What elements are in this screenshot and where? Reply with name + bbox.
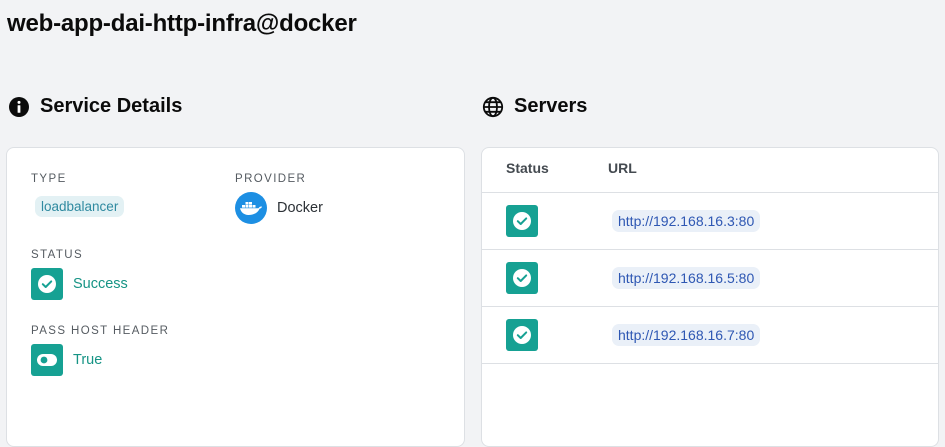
type-label: TYPE: [31, 173, 67, 185]
servers-card: Status URL http://192.168.16.3:80 http:/…: [481, 147, 939, 447]
pass-host-header-text: True: [73, 352, 103, 368]
provider-label: PROVIDER: [235, 173, 307, 185]
servers-heading: Servers: [482, 95, 587, 118]
status-text: Success: [73, 276, 128, 292]
server-url-link[interactable]: http://192.168.16.3:80: [612, 210, 761, 232]
provider-text: Docker: [277, 200, 323, 216]
check-circle-icon: [506, 205, 538, 237]
type-chip: loadbalancer: [35, 196, 125, 217]
servers-title: Servers: [514, 95, 588, 117]
service-details-title: Service Details: [40, 95, 183, 117]
pass-host-header-value: True: [31, 344, 102, 376]
server-url-link[interactable]: http://192.168.16.5:80: [612, 267, 761, 289]
url-column-header: URL: [608, 160, 637, 176]
status-column-header: Status: [506, 160, 549, 176]
service-details-card: TYPE loadbalancer PROVIDER Docker STATUS: [6, 147, 465, 447]
info-icon: [8, 96, 30, 118]
toggle-on-icon: [31, 344, 63, 376]
service-details-heading: Service Details: [8, 95, 182, 118]
table-row[interactable]: http://192.168.16.7:80: [482, 307, 938, 364]
docker-icon: [235, 192, 267, 224]
table-row[interactable]: http://192.168.16.3:80: [482, 193, 938, 250]
globe-icon: [482, 96, 504, 118]
status-value: Success: [31, 268, 128, 300]
provider-value: Docker: [235, 192, 323, 224]
status-label: STATUS: [31, 249, 84, 261]
pass-host-header-label: PASS HOST HEADER: [31, 325, 170, 337]
check-circle-icon: [506, 262, 538, 294]
check-circle-icon: [31, 268, 63, 300]
table-row[interactable]: http://192.168.16.5:80: [482, 250, 938, 307]
check-circle-icon: [506, 319, 538, 351]
page-title: web-app-dai-http-infra@docker: [7, 10, 357, 37]
server-url-link[interactable]: http://192.168.16.7:80: [612, 324, 761, 346]
